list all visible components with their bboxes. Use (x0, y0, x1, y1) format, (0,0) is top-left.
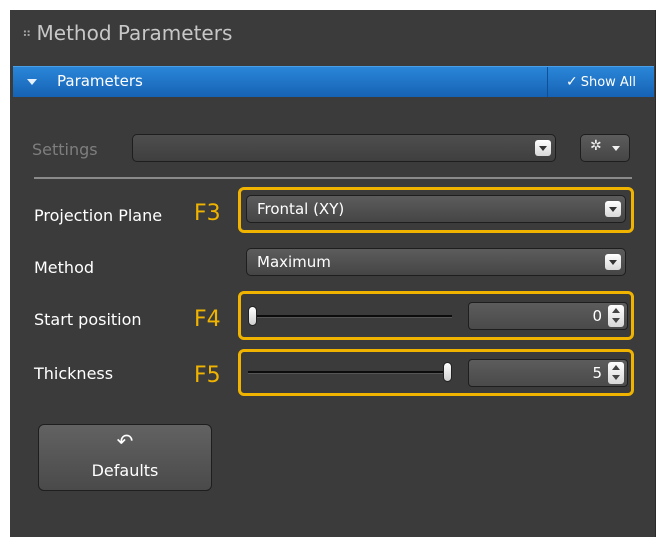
settings-options-button[interactable]: ✲ (580, 134, 630, 162)
spin-arrows-icon[interactable] (608, 305, 624, 327)
start-position-label: Start position (34, 310, 142, 329)
grip-icon[interactable]: ⠶ (22, 26, 31, 41)
undo-icon: ↶ (116, 429, 134, 453)
method-dropdown[interactable]: Maximum (246, 248, 626, 276)
panel-title-text: Method Parameters (36, 21, 233, 45)
defaults-label: Defaults (91, 461, 159, 480)
start-position-slider-track[interactable] (248, 315, 452, 318)
settings-label: Settings (32, 140, 98, 159)
start-position-spinbox[interactable]: 0 (468, 302, 628, 330)
projection-plane-value: Frontal (XY) (257, 200, 345, 218)
thickness-slider-thumb[interactable] (443, 362, 452, 382)
collapse-triangle-icon[interactable] (27, 79, 37, 85)
show-all-toggle[interactable]: ✓ Show All (547, 67, 654, 97)
defaults-button[interactable]: ↶ Defaults (38, 424, 212, 491)
thickness-hotkey: F5 (194, 363, 221, 388)
chevron-down-icon[interactable] (605, 201, 621, 217)
parameters-section-header[interactable]: Parameters ✓ Show All (13, 66, 654, 97)
method-value: Maximum (257, 253, 331, 271)
projection-plane-dropdown[interactable]: Frontal (XY) (246, 195, 626, 223)
thickness-spinbox[interactable]: 5 (468, 359, 628, 387)
projection-plane-label: Projection Plane (34, 206, 163, 225)
start-position-slider-thumb[interactable] (248, 306, 257, 326)
chevron-down-icon[interactable] (535, 140, 551, 156)
section-label: Parameters (57, 72, 143, 90)
show-all-label: Show All (580, 75, 637, 90)
spin-arrows-icon[interactable] (608, 362, 624, 384)
chevron-down-icon[interactable] (605, 254, 621, 270)
method-parameters-panel: ⠶ Method Parameters Parameters ✓ Show All … (10, 10, 656, 537)
thickness-label: Thickness (34, 364, 114, 383)
thickness-slider-track[interactable] (248, 371, 452, 374)
settings-dropdown[interactable] (132, 134, 556, 162)
start-position-value: 0 (592, 307, 602, 325)
projection-plane-hotkey: F3 (194, 201, 221, 226)
gear-icon: ✲ (590, 138, 602, 154)
method-label: Method (34, 258, 95, 277)
chevron-down-icon (612, 146, 620, 151)
start-position-hotkey: F4 (194, 307, 221, 332)
thickness-value: 5 (592, 364, 602, 382)
checkmark-icon: ✓ (565, 74, 578, 90)
panel-title: ⠶ Method Parameters (22, 21, 232, 45)
section-divider (34, 177, 632, 179)
